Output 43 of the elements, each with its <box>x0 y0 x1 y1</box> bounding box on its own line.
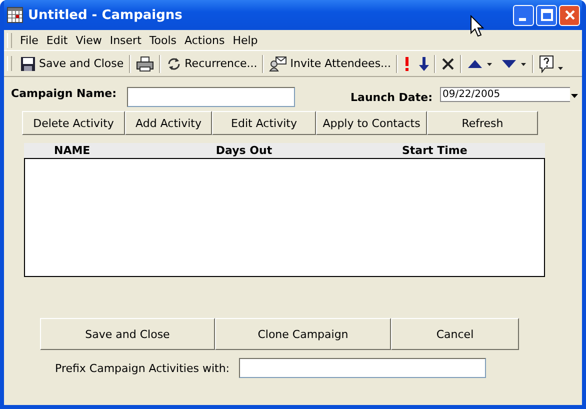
action-button[interactable]: Edit Activity <box>212 111 316 135</box>
field-label: Prefix Campaign Activities with: <box>55 362 230 374</box>
field-label: Launch Date: <box>350 91 432 104</box>
close-button[interactable] <box>559 4 580 26</box>
menu-item[interactable]: Actions <box>180 34 229 46</box>
column-header[interactable]: Start Time <box>344 143 545 158</box>
mouse-pointer-icon <box>470 15 484 37</box>
people-envelope-icon <box>269 56 288 72</box>
campaign-name-field[interactable] <box>126 87 295 107</box>
menu-item[interactable]: Tools <box>145 34 181 46</box>
window-title: Untitled - Campaigns <box>28 8 182 22</box>
minimize-button[interactable] <box>513 4 534 26</box>
printer-icon <box>136 56 154 72</box>
calendar-icon <box>7 7 23 23</box>
dialog-button[interactable]: Save and Close <box>40 318 215 350</box>
recurrence-button[interactable]: Recurrence... <box>162 54 262 74</box>
invite-attendees-button[interactable]: Invite Attendees... <box>265 54 396 74</box>
minimize-icon <box>518 18 526 20</box>
action-button[interactable]: Apply to Contacts <box>316 111 427 135</box>
maximize-button[interactable] <box>536 4 557 26</box>
action-button[interactable]: Refresh <box>427 111 538 135</box>
down-arrow-icon <box>419 56 430 72</box>
menu-item[interactable]: Help <box>228 34 262 46</box>
prefix-field[interactable] <box>238 358 486 378</box>
dialog-button[interactable]: Cancel <box>391 318 519 350</box>
maximize-icon <box>540 9 552 21</box>
close-icon <box>564 9 576 21</box>
save-and-close-button[interactable]: Save and Close <box>16 54 128 74</box>
menu-item[interactable]: View <box>72 34 106 46</box>
menu-item[interactable]: Edit <box>42 34 72 46</box>
x-icon <box>441 56 456 70</box>
column-header[interactable]: Days Out <box>144 143 344 158</box>
dropdown-arrow-icon <box>571 94 578 98</box>
cycle-arrows-icon <box>166 56 182 72</box>
column-header[interactable]: NAME <box>24 143 144 158</box>
menu-item[interactable]: File <box>16 34 42 46</box>
action-button[interactable]: Add Activity <box>125 111 212 135</box>
exclamation-icon <box>403 56 412 72</box>
menu-item[interactable]: Insert <box>106 34 146 46</box>
help-dropdown-icon <box>539 54 566 72</box>
action-button[interactable]: Delete Activity <box>22 111 125 135</box>
dialog-button[interactable]: Clone Campaign <box>215 318 391 350</box>
field-label: Campaign Name: <box>11 87 117 100</box>
